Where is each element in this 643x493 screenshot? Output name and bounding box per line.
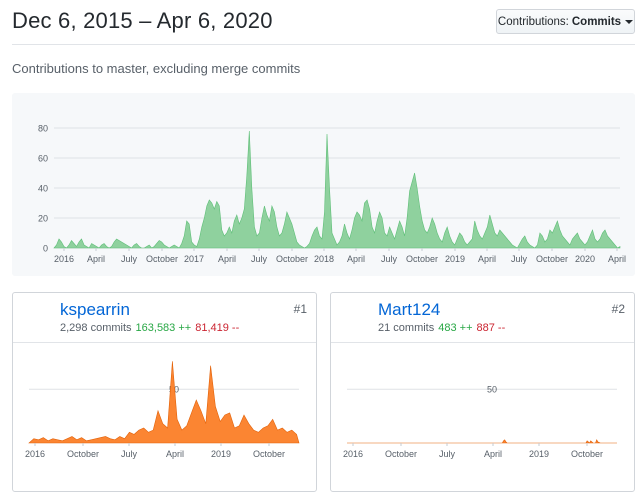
select-value-label: Commits: [571, 15, 622, 28]
x-tick-label: July: [121, 254, 138, 264]
contributor-rank: #1: [293, 302, 307, 316]
y-tick-label: 50: [487, 384, 497, 394]
x-tick-label: October: [67, 449, 99, 459]
contributor-card-1: kspearrin 2,298 commits 163,583 ++ 81,419 …: [12, 292, 317, 492]
y-tick-label: 60: [38, 154, 48, 164]
x-tick-label: July: [251, 254, 268, 264]
contributions-subtitle: Contributions to master, excluding merge…: [12, 61, 301, 76]
x-tick-label: October: [276, 254, 308, 264]
x-tick-label: July: [381, 254, 398, 264]
x-tick-label: April: [218, 254, 236, 264]
x-tick-label: April: [347, 254, 365, 264]
contributor-card-header: kspearrin 2,298 commits 163,583 ++ 81,419 …: [13, 293, 316, 343]
x-tick-label: October: [146, 254, 178, 264]
contributor-stats: 2,298 commits 163,583 ++ 81,419 --: [60, 322, 239, 334]
contributor-card-header: Mart124 21 commits 483 ++ 887 -- #2: [331, 293, 634, 343]
x-tick-label: April: [608, 254, 626, 264]
y-tick-label: 80: [38, 124, 48, 134]
y-tick-label: 20: [38, 214, 48, 224]
contributor-stats: 21 commits 483 ++ 887 --: [378, 322, 505, 334]
select-prefix-label: Contributions:: [497, 15, 569, 28]
caret-down-icon: [625, 19, 634, 24]
x-tick-label: April: [87, 254, 105, 264]
additions-count: 163,583 ++: [135, 322, 192, 334]
x-tick-label: April: [166, 449, 184, 459]
commit-count: 21 commits: [378, 322, 435, 334]
additions-count: 483 ++: [438, 322, 473, 334]
x-tick-label: October: [253, 449, 285, 459]
commits-overview-chart[interactable]: 0 20 40 60 80 2016 April July October 2017 April Ju…: [12, 93, 635, 276]
x-tick-label: October: [406, 254, 438, 264]
x-tick-label: July: [439, 449, 456, 459]
x-tick-label: April: [478, 254, 496, 264]
date-range-title: Dec 6, 2015 – Apr 6, 2020: [12, 8, 273, 33]
photo-avatar[interactable]: [20, 300, 52, 332]
x-tick-label: 2016: [343, 449, 363, 459]
contributions-select-button[interactable]: Contributions: Commits: [496, 9, 635, 34]
x-tick-label: 2017: [184, 254, 204, 264]
x-tick-label: 2019: [445, 254, 465, 264]
contributor-1-chart[interactable]: 502016OctoberJulyApril2019October: [13, 343, 317, 492]
x-tick-label: 2018: [314, 254, 334, 264]
x-tick-label: October: [571, 449, 603, 459]
x-tick-label: 2016: [54, 254, 74, 264]
contributor-2-chart[interactable]: 50 2016 October July April 2019 October: [331, 343, 635, 492]
deletions-count: 887 --: [476, 322, 506, 334]
commits-overview-panel: 0 20 40 60 80 2016 April July October 2017 April Ju…: [12, 93, 635, 276]
contributor-login-link[interactable]: kspearrin: [60, 300, 130, 320]
series-area[interactable]: [53, 130, 621, 249]
x-tick-label: 2019: [211, 449, 231, 459]
x-tick-label: 2019: [529, 449, 549, 459]
x-tick-label: April: [484, 449, 502, 459]
x-tick-label: 2016: [25, 449, 45, 459]
deletions-count: 81,419 --: [195, 322, 240, 334]
y-tick-label: 0: [43, 244, 48, 254]
x-tick-label: July: [121, 449, 138, 459]
x-tick-label: July: [511, 254, 528, 264]
identicon-avatar[interactable]: [338, 300, 370, 332]
contributor-card-2: Mart124 21 commits 483 ++ 887 -- #2 50 2016…: [330, 292, 635, 492]
x-tick-label: October: [536, 254, 568, 264]
contributor-login-link[interactable]: Mart124: [378, 300, 440, 320]
series-area[interactable]: [347, 439, 617, 444]
series-area[interactable]: [28, 361, 300, 444]
x-tick-label: October: [385, 449, 417, 459]
header-divider: [12, 44, 635, 45]
y-tick-label: 40: [38, 184, 48, 194]
contributor-rank: #2: [611, 302, 625, 316]
commit-count: 2,298 commits: [60, 322, 132, 334]
x-tick-label: 2020: [575, 254, 595, 264]
